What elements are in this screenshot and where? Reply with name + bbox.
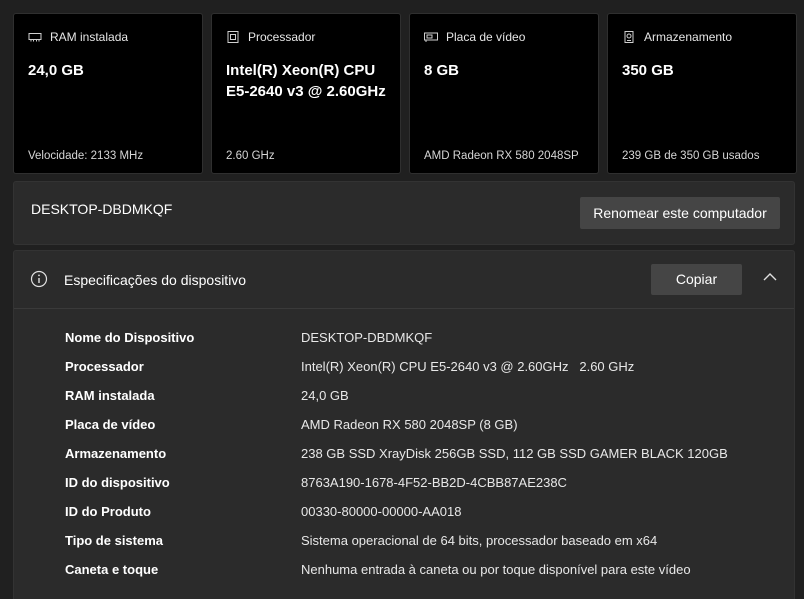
spec-value: Nenhuma entrada à caneta ou por toque di… xyxy=(301,562,691,577)
spec-value: DESKTOP-DBDMKQF xyxy=(301,330,433,345)
spec-value: 00330-80000-00000-AA018 xyxy=(301,504,462,519)
spec-label: Placa de vídeo xyxy=(65,417,156,432)
card-ram-title: RAM instalada xyxy=(50,30,129,44)
card-graphics-title: Placa de vídeo xyxy=(446,30,526,44)
info-icon xyxy=(30,270,48,288)
spec-row: Processador Intel(R) Xeon(R) CPU E5-2640… xyxy=(65,359,785,388)
spec-row: ID do dispositivo 8763A190-1678-4F52-BB2… xyxy=(65,475,785,504)
copy-button[interactable]: Copiar xyxy=(651,264,742,295)
device-name: DESKTOP-DBDMKQF xyxy=(31,201,173,217)
summary-cards: RAM instalada 24,0 GB Velocidade: 2133 M… xyxy=(13,13,797,174)
card-storage-title: Armazenamento xyxy=(644,30,733,44)
card-processor-title: Processador xyxy=(248,30,316,44)
spec-value: 24,0 GB xyxy=(301,388,349,403)
card-storage-header: Armazenamento xyxy=(622,30,782,44)
spec-row: RAM instalada 24,0 GB xyxy=(65,388,785,417)
card-processor: Processador Intel(R) Xeon(R) CPU E5-2640… xyxy=(211,13,401,174)
card-processor-value: Intel(R) Xeon(R) CPU E5-2640 v3 @ 2.60GH… xyxy=(226,62,386,100)
spec-label: ID do dispositivo xyxy=(65,475,170,490)
spec-label: ID do Produto xyxy=(65,504,151,519)
device-name-bar: DESKTOP-DBDMKQF Renomear este computador xyxy=(13,181,795,245)
card-storage-footer: 239 GB de 350 GB usados xyxy=(622,150,760,162)
spec-label: Processador xyxy=(65,359,144,374)
spec-label: Armazenamento xyxy=(65,446,167,461)
card-ram: RAM instalada 24,0 GB Velocidade: 2133 M… xyxy=(13,13,203,174)
spec-row: Caneta e toque Nenhuma entrada à caneta … xyxy=(65,562,785,591)
card-ram-value: 24,0 GB xyxy=(28,62,84,79)
card-processor-footer: 2.60 GHz xyxy=(226,150,275,162)
spec-label: Tipo de sistema xyxy=(65,533,164,548)
spec-row: Armazenamento 238 GB SSD XrayDisk 256GB … xyxy=(65,446,785,475)
spec-value: AMD Radeon RX 580 2048SP (8 GB) xyxy=(301,417,518,432)
card-ram-footer: Velocidade: 2133 MHz xyxy=(28,150,144,162)
spec-label: RAM instalada xyxy=(65,388,155,403)
specs-title: Especificações do dispositivo xyxy=(64,272,247,288)
spec-rows: Nome do Dispositivo DESKTOP-DBDMKQF Proc… xyxy=(65,330,785,591)
card-graphics-value: 8 GB xyxy=(424,62,460,79)
spec-value: 238 GB SSD XrayDisk 256GB SSD, 112 GB SS… xyxy=(301,446,728,461)
specs-header[interactable]: Especificações do dispositivo Copiar xyxy=(14,251,794,309)
spec-row: ID do Produto 00330-80000-00000-AA018 xyxy=(65,504,785,533)
spec-value: Intel(R) Xeon(R) CPU E5-2640 v3 @ 2.60GH… xyxy=(301,359,635,374)
processor-icon xyxy=(226,31,240,43)
spec-value: 8763A190-1678-4F52-BB2D-4CBB87AE238C xyxy=(301,475,567,490)
spec-row: Nome do Dispositivo DESKTOP-DBDMKQF xyxy=(65,330,785,359)
spec-label: Nome do Dispositivo xyxy=(65,330,195,345)
spec-row: Placa de vídeo AMD Radeon RX 580 2048SP … xyxy=(65,417,785,446)
graphics-card-icon xyxy=(424,31,438,43)
card-graphics-footer: AMD Radeon RX 580 2048SP xyxy=(424,150,579,162)
system-about-page: RAM instalada 24,0 GB Velocidade: 2133 M… xyxy=(0,0,804,599)
ram-icon xyxy=(28,31,42,43)
rename-computer-button[interactable]: Renomear este computador xyxy=(580,197,780,229)
card-storage-value: 350 GB xyxy=(622,62,674,79)
spec-value: Sistema operacional de 64 bits, processa… xyxy=(301,533,658,548)
card-processor-header: Processador xyxy=(226,30,386,44)
card-storage: Armazenamento 350 GB 239 GB de 350 GB us… xyxy=(607,13,797,174)
storage-icon xyxy=(622,31,636,43)
device-specifications-panel: Especificações do dispositivo Copiar Nom… xyxy=(13,250,795,599)
chevron-up-icon[interactable] xyxy=(762,271,778,283)
spec-row: Tipo de sistema Sistema operacional de 6… xyxy=(65,533,785,562)
card-graphics: Placa de vídeo 8 GB AMD Radeon RX 580 20… xyxy=(409,13,599,174)
spec-label: Caneta e toque xyxy=(65,562,159,577)
card-graphics-header: Placa de vídeo xyxy=(424,30,584,44)
card-ram-header: RAM instalada xyxy=(28,30,188,44)
